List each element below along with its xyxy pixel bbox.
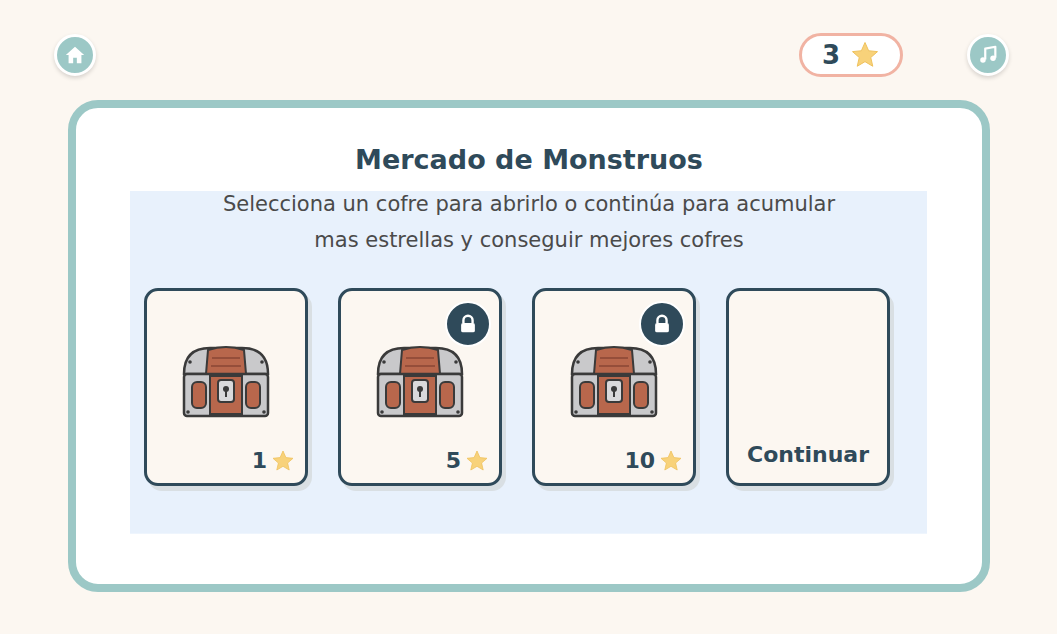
market-panel: Mercado de Monstruos Selecciona un cofre …: [68, 100, 990, 592]
continue-label: Continuar: [747, 442, 869, 473]
continue-card[interactable]: Continuar: [726, 288, 890, 486]
chest-icon: [174, 340, 278, 424]
top-bar: 3: [0, 0, 1057, 100]
subtitle-line: mas estrellas y conseguir mejores cofres: [223, 222, 835, 258]
price-value: 5: [446, 448, 461, 473]
music-button[interactable]: [967, 34, 1009, 76]
lock-badge: [639, 301, 685, 347]
chest-card[interactable]: 5: [338, 288, 502, 486]
lock-icon: [651, 313, 673, 335]
chest-price: 5: [446, 448, 491, 473]
chest-price: 10: [624, 448, 685, 473]
price-value: 10: [624, 448, 655, 473]
chest-icon: [368, 340, 472, 424]
chest-card[interactable]: 10: [532, 288, 696, 486]
subtitle-line: Selecciona un cofre para abrirlo o conti…: [223, 186, 835, 222]
music-icon: [977, 44, 999, 66]
page: 3 Mercado de Monstruos Selecciona un cofre…: [0, 0, 1057, 634]
lock-icon: [457, 313, 479, 335]
star-icon: [271, 449, 295, 473]
star-icon: [659, 449, 683, 473]
home-button[interactable]: [54, 34, 96, 76]
lock-badge: [445, 301, 491, 347]
chest-card[interactable]: 1: [144, 288, 308, 486]
star-count: 3: [822, 40, 840, 70]
star-counter: 3: [799, 33, 903, 77]
star-icon: [850, 40, 880, 70]
market-title: Mercado de Monstruos: [355, 142, 703, 178]
chest-price: 1: [252, 448, 297, 473]
option-row: 1 5 10 Continuar: [144, 288, 914, 486]
top-right: 3: [799, 33, 1009, 77]
chest-icon: [562, 340, 666, 424]
price-value: 1: [252, 448, 267, 473]
home-icon: [64, 44, 86, 66]
star-icon: [465, 449, 489, 473]
market-subtitle: Selecciona un cofre para abrirlo o conti…: [223, 186, 835, 258]
